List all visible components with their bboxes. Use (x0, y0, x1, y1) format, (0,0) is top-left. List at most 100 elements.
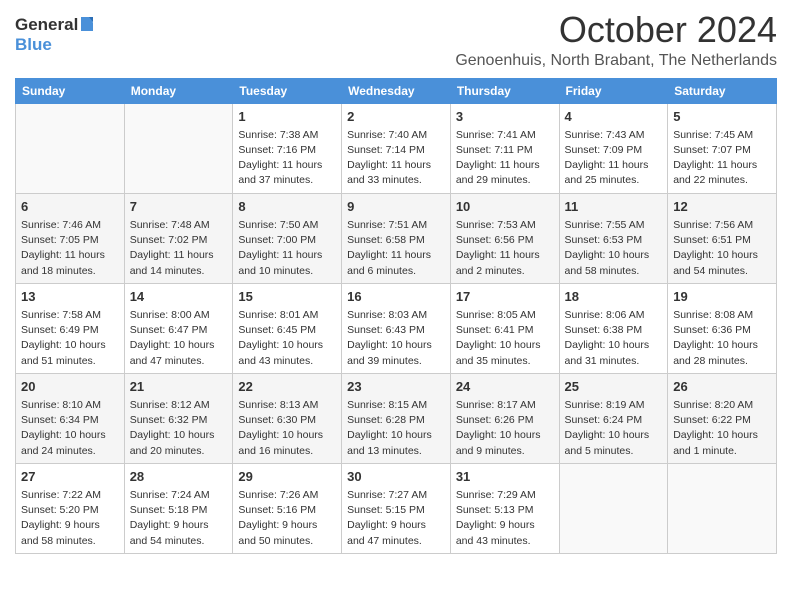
calendar-week-row: 27 Sunrise: 7:22 AMSunset: 5:20 PMDayligh… (16, 463, 777, 553)
day-detail: Sunrise: 7:29 AMSunset: 5:13 PMDaylight:… (456, 488, 554, 549)
header-monday: Monday (124, 78, 233, 103)
calendar-header-row: Sunday Monday Tuesday Wednesday Thursday… (16, 78, 777, 103)
calendar-week-row: 1Sunrise: 7:38 AMSunset: 7:16 PMDaylight… (16, 103, 777, 193)
day-number: 7 (130, 198, 228, 216)
day-detail: Sunrise: 8:06 AMSunset: 6:38 PMDaylight:… (565, 308, 663, 369)
day-number: 30 (347, 468, 445, 486)
day-number: 13 (21, 288, 119, 306)
table-row: 30 Sunrise: 7:27 AMSunset: 5:15 PMDayligh… (342, 463, 451, 553)
day-number: 22 (238, 378, 336, 396)
day-number: 31 (456, 468, 554, 486)
table-row: 22 Sunrise: 8:13 AMSunset: 6:30 PMDayligh… (233, 373, 342, 463)
day-number: 4 (565, 108, 663, 126)
table-row: 5 Sunrise: 7:45 AMSunset: 7:07 PMDaylight… (668, 103, 777, 193)
day-detail: Sunrise: 7:51 AMSunset: 6:58 PMDaylight:… (347, 218, 445, 279)
table-row: 15Sunrise: 8:01 AMSunset: 6:45 PMDayligh… (233, 283, 342, 373)
table-row: 29 Sunrise: 7:26 AMSunset: 5:16 PMDayligh… (233, 463, 342, 553)
table-row (124, 103, 233, 193)
table-row: 11 Sunrise: 7:55 AMSunset: 6:53 PMDayligh… (559, 193, 668, 283)
day-detail: Sunrise: 8:03 AMSunset: 6:43 PMDaylight:… (347, 308, 445, 369)
day-detail: Sunrise: 7:55 AMSunset: 6:53 PMDaylight:… (565, 218, 663, 279)
table-row: 13 Sunrise: 7:58 AMSunset: 6:49 PMDayligh… (16, 283, 125, 373)
day-number: 11 (565, 198, 663, 216)
table-row: 6 Sunrise: 7:46 AMSunset: 7:05 PMDaylight… (16, 193, 125, 283)
title-section: October 2024 Genoenhuis, North Brabant, … (455, 10, 777, 70)
calendar-table: Sunday Monday Tuesday Wednesday Thursday… (15, 78, 777, 554)
table-row: 14 Sunrise: 8:00 AMSunset: 6:47 PMDayligh… (124, 283, 233, 373)
day-detail: Sunrise: 8:05 AMSunset: 6:41 PMDaylight:… (456, 308, 554, 369)
day-detail: Sunrise: 7:56 AMSunset: 6:51 PMDaylight:… (673, 218, 771, 279)
day-number: 17 (456, 288, 554, 306)
month-title: October 2024 (455, 10, 777, 50)
day-detail: Sunrise: 7:22 AMSunset: 5:20 PMDaylight:… (21, 488, 119, 549)
day-detail: Sunrise: 7:53 AMSunset: 6:56 PMDaylight:… (456, 218, 554, 279)
day-number: 29 (238, 468, 336, 486)
day-detail: Sunrise: 7:38 AMSunset: 7:16 PMDaylight:… (238, 128, 336, 189)
day-detail: Sunrise: 7:43 AMSunset: 7:09 PMDaylight:… (565, 128, 663, 189)
page-header: General Blue October 2024 Genoenhuis, No… (15, 10, 777, 70)
day-number: 2 (347, 108, 445, 126)
day-detail: Sunrise: 7:27 AMSunset: 5:15 PMDaylight:… (347, 488, 445, 549)
table-row: 31 Sunrise: 7:29 AMSunset: 5:13 PMDayligh… (450, 463, 559, 553)
logo-blue: Blue (15, 35, 52, 54)
day-number: 18 (565, 288, 663, 306)
day-detail: Sunrise: 7:41 AMSunset: 7:11 PMDaylight:… (456, 128, 554, 189)
table-row: 9Sunrise: 7:51 AMSunset: 6:58 PMDaylight… (342, 193, 451, 283)
day-number: 3 (456, 108, 554, 126)
day-number: 25 (565, 378, 663, 396)
table-row: 23 Sunrise: 8:15 AMSunset: 6:28 PMDayligh… (342, 373, 451, 463)
calendar-week-row: 6 Sunrise: 7:46 AMSunset: 7:05 PMDaylight… (16, 193, 777, 283)
header-tuesday: Tuesday (233, 78, 342, 103)
day-number: 28 (130, 468, 228, 486)
table-row: 18 Sunrise: 8:06 AMSunset: 6:38 PMDayligh… (559, 283, 668, 373)
table-row: 24 Sunrise: 8:17 AMSunset: 6:26 PMDayligh… (450, 373, 559, 463)
day-detail: Sunrise: 8:10 AMSunset: 6:34 PMDaylight:… (21, 398, 119, 459)
logo: General Blue (15, 15, 93, 55)
table-row: 21Sunrise: 8:12 AMSunset: 6:32 PMDayligh… (124, 373, 233, 463)
location-subtitle: Genoenhuis, North Brabant, The Netherlan… (455, 52, 777, 70)
table-row: 20 Sunrise: 8:10 AMSunset: 6:34 PMDayligh… (16, 373, 125, 463)
day-detail: Sunrise: 7:46 AMSunset: 7:05 PMDaylight:… (21, 218, 119, 279)
header-friday: Friday (559, 78, 668, 103)
table-row: 2 Sunrise: 7:40 AMSunset: 7:14 PMDaylight… (342, 103, 451, 193)
day-detail: Sunrise: 7:45 AMSunset: 7:07 PMDaylight:… (673, 128, 771, 189)
day-detail: Sunrise: 8:08 AMSunset: 6:36 PMDaylight:… (673, 308, 771, 369)
day-detail: Sunrise: 8:15 AMSunset: 6:28 PMDaylight:… (347, 398, 445, 459)
table-row: 1Sunrise: 7:38 AMSunset: 7:16 PMDaylight… (233, 103, 342, 193)
table-row (668, 463, 777, 553)
header-sunday: Sunday (16, 78, 125, 103)
day-number: 24 (456, 378, 554, 396)
day-detail: Sunrise: 7:40 AMSunset: 7:14 PMDaylight:… (347, 128, 445, 189)
day-number: 5 (673, 108, 771, 126)
day-detail: Sunrise: 7:24 AMSunset: 5:18 PMDaylight:… (130, 488, 228, 549)
logo-icon (79, 17, 93, 31)
day-detail: Sunrise: 7:48 AMSunset: 7:02 PMDaylight:… (130, 218, 228, 279)
day-number: 20 (21, 378, 119, 396)
day-detail: Sunrise: 7:26 AMSunset: 5:16 PMDaylight:… (238, 488, 336, 549)
header-thursday: Thursday (450, 78, 559, 103)
header-wednesday: Wednesday (342, 78, 451, 103)
day-detail: Sunrise: 8:13 AMSunset: 6:30 PMDaylight:… (238, 398, 336, 459)
table-row: 8Sunrise: 7:50 AMSunset: 7:00 PMDaylight… (233, 193, 342, 283)
header-saturday: Saturday (668, 78, 777, 103)
day-detail: Sunrise: 8:17 AMSunset: 6:26 PMDaylight:… (456, 398, 554, 459)
table-row (16, 103, 125, 193)
day-number: 16 (347, 288, 445, 306)
day-number: 14 (130, 288, 228, 306)
day-detail: Sunrise: 7:58 AMSunset: 6:49 PMDaylight:… (21, 308, 119, 369)
day-detail: Sunrise: 8:19 AMSunset: 6:24 PMDaylight:… (565, 398, 663, 459)
table-row: 28 Sunrise: 7:24 AMSunset: 5:18 PMDayligh… (124, 463, 233, 553)
day-detail: Sunrise: 8:00 AMSunset: 6:47 PMDaylight:… (130, 308, 228, 369)
table-row: 4 Sunrise: 7:43 AMSunset: 7:09 PMDaylight… (559, 103, 668, 193)
day-detail: Sunrise: 8:20 AMSunset: 6:22 PMDaylight:… (673, 398, 771, 459)
day-number: 27 (21, 468, 119, 486)
day-number: 10 (456, 198, 554, 216)
day-number: 23 (347, 378, 445, 396)
calendar-week-row: 13 Sunrise: 7:58 AMSunset: 6:49 PMDayligh… (16, 283, 777, 373)
day-number: 6 (21, 198, 119, 216)
calendar-week-row: 20 Sunrise: 8:10 AMSunset: 6:34 PMDayligh… (16, 373, 777, 463)
table-row: 12 Sunrise: 7:56 AMSunset: 6:51 PMDayligh… (668, 193, 777, 283)
day-number: 12 (673, 198, 771, 216)
table-row: 25 Sunrise: 8:19 AMSunset: 6:24 PMDayligh… (559, 373, 668, 463)
table-row: 17 Sunrise: 8:05 AMSunset: 6:41 PMDayligh… (450, 283, 559, 373)
